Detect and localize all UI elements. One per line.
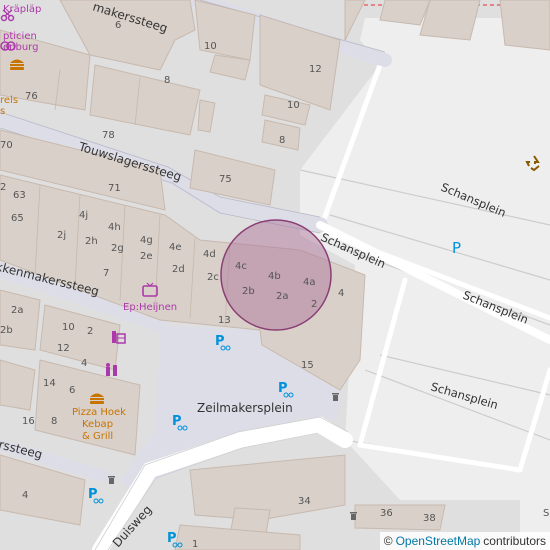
waste-basket-icon[interactable] [108,476,115,484]
poi-label-pizza-2[interactable]: Kebap [82,419,113,430]
house-number: 70 [0,140,13,151]
house-number: 16 [22,416,35,427]
house-number: 6 [115,20,121,31]
house-number: 14 [43,378,56,389]
house-number: 2d [172,264,185,275]
house-number: S [543,508,549,519]
square-label-zeilmakersplein: Zeilmakersplein [197,401,293,415]
house-number: 4 [81,358,87,369]
house-number: 2a [276,291,289,302]
house-number: 65 [11,213,24,224]
house-number: 2b [0,325,13,336]
house-number: 10 [204,41,217,52]
svg-text:P: P [278,381,288,396]
poi-label-enburg[interactable]: enburg [3,42,38,53]
poi-label-opticien[interactable]: pticien [3,31,37,42]
house-number: 8 [51,416,57,427]
house-number: 36 [380,508,393,519]
house-number: 2 [0,182,6,193]
house-number: 8 [279,135,285,146]
house-number: 1 [192,539,198,550]
parking-icon[interactable]: P [452,239,461,257]
house-number: 2e [140,251,153,262]
house-number: 7 [103,268,109,279]
house-number: 12 [57,343,70,354]
poi-label-pizza-3[interactable]: & Grill [82,431,113,442]
house-number: 4b [268,271,281,282]
house-number: 76 [25,91,38,102]
house-number: 78 [102,130,115,141]
house-number: 4h [108,222,121,233]
map-attribution: © OpenStreetMap contributors [379,532,550,550]
house-number: 15 [301,360,314,371]
house-number: 2g [111,243,124,254]
house-number: 13 [218,315,231,326]
house-number: 4 [22,490,28,501]
house-number: 2a [11,305,24,316]
house-number: 4g [140,235,153,246]
house-number: 8 [164,75,170,86]
openstreetmap-link[interactable]: OpenStreetMap [396,532,481,550]
house-number: 12 [309,64,322,75]
map-canvas[interactable]: P P P P P makerssteeg Touwslagerssteeg S… [0,0,550,550]
house-number: 38 [423,513,436,524]
house-number: 4c [235,261,247,272]
poi-label-pizza-1[interactable]: Pizza Hoek [72,407,126,418]
svg-text:P: P [215,334,225,349]
house-number: 2b [242,286,255,297]
house-number: 10 [287,100,300,111]
poi-label-s[interactable]: s [0,106,5,117]
poi-label-rels[interactable]: rels [0,95,18,106]
attribution-suffix: contributors [483,534,546,548]
house-number: 4e [169,242,182,253]
poi-label-kraplap[interactable]: Kräpläp [3,4,41,15]
house-number: 4j [79,210,88,221]
house-number: 6 [69,385,75,396]
house-number: 71 [108,183,121,194]
svg-text:P: P [172,414,182,429]
svg-text:P: P [167,531,177,546]
svg-text:P: P [88,487,98,502]
waste-basket-icon[interactable] [332,393,339,401]
waste-basket-icon[interactable] [350,512,357,520]
house-number: 75 [219,174,232,185]
copyright-symbol: © [383,534,393,548]
house-number: 34 [298,496,311,507]
house-number: 63 [13,190,26,201]
house-number: 4a [303,277,316,288]
house-number: 2 [311,299,317,310]
house-number: 2h [85,236,98,247]
poi-label-heijnen[interactable]: Ep:Heijnen [123,302,177,313]
house-number: 4 [338,288,344,299]
house-number: 10 [62,322,75,333]
house-number: 2 [87,326,93,337]
house-number: 2c [207,272,219,283]
house-number: 4d [203,249,216,260]
house-number: 2j [57,230,66,241]
